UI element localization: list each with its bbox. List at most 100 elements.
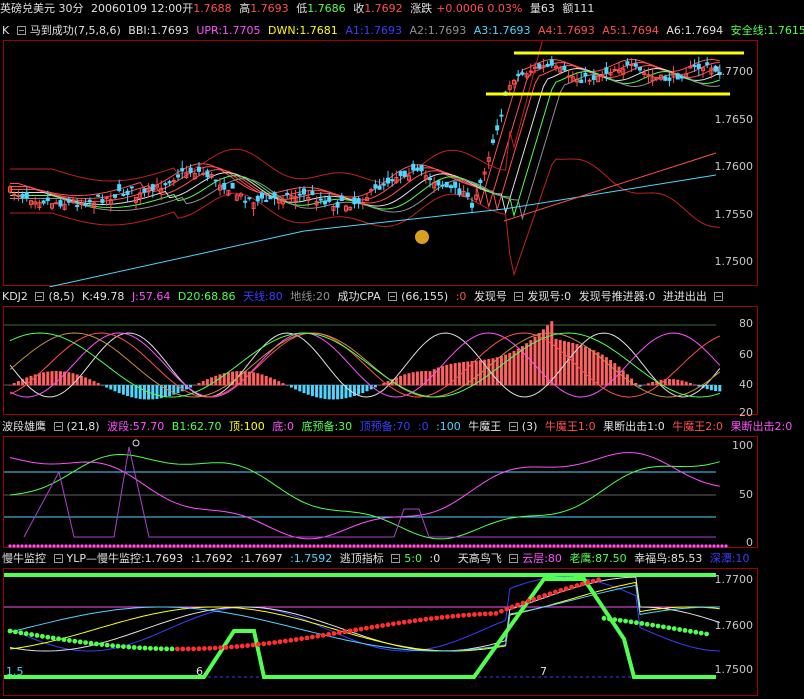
high-value: 1.7693 [250, 2, 289, 15]
candle-body [230, 182, 235, 189]
collapse-icon[interactable] [53, 422, 63, 431]
slowbull-dot [7, 628, 13, 634]
kdj-histogram-bar [378, 384, 382, 386]
slowbull-chart-panel[interactable]: 1.5 6 7 1.7700 1.7600 1.7500 [3, 568, 758, 696]
wave-bottom-dot [692, 544, 696, 548]
wave-bottom-dot [336, 544, 340, 548]
collapse-icon[interactable] [16, 26, 26, 35]
slowbull-dot [50, 635, 56, 641]
slowbull-dot [374, 624, 380, 629]
kdj-histogram-bar [399, 375, 403, 386]
wave-bottom-dot [260, 544, 264, 548]
candle-body [79, 202, 84, 205]
slowbull-legend: 慢牛监控 YLP—慢牛监控:1.7693 :1.7692 :1.7697 :1.… [2, 550, 804, 568]
wave-bottom-dot [192, 544, 196, 548]
wave-params: (21,8) [66, 420, 100, 433]
slowbull-dot [450, 613, 456, 619]
slowbull-dot [272, 640, 277, 645]
collapse-icon[interactable] [714, 292, 724, 301]
slowbull-dot [607, 616, 612, 622]
slowbull-dot [515, 602, 520, 608]
smiley-marker-icon [415, 230, 429, 244]
bottom-mark: 6 [196, 665, 203, 678]
wave-bottom-dot [408, 544, 412, 548]
slowbull-dot [418, 617, 423, 623]
slowbull-dot [585, 580, 591, 585]
collapse-icon[interactable] [35, 292, 45, 301]
slowbull-dot [628, 619, 634, 625]
slowbull-dot [347, 628, 353, 634]
wave-bottom-dot [384, 544, 388, 548]
wave-bottom-dot [464, 544, 468, 548]
kdj-histogram-bar [100, 385, 104, 386]
wave-bottom-dot [284, 544, 288, 548]
wave-bottom-dot [468, 544, 472, 548]
wave-bottom-dot [232, 544, 236, 548]
kdj-histogram-bar [285, 385, 289, 386]
candle-body [453, 181, 458, 188]
kdj-histogram-bar [567, 341, 571, 386]
kdj-histogram-bar [499, 356, 503, 386]
wave-name[interactable]: 波段雄鹰 [2, 420, 46, 433]
slowbull-dot [304, 635, 310, 641]
collapse-icon[interactable] [388, 292, 398, 301]
candle-body [243, 200, 248, 203]
indicator-name[interactable]: 马到成功 [30, 24, 74, 37]
collapse-icon[interactable] [509, 554, 519, 563]
collapse-icon[interactable] [508, 422, 518, 431]
slowbull-dot [72, 638, 78, 644]
slowbull-dot [644, 621, 650, 627]
bull-king-name: 牛魔王 [468, 420, 502, 433]
kdj-histogram-bar [16, 381, 20, 386]
bottom-prep-value: 底预备:30 [301, 420, 353, 433]
wave-chart-panel[interactable]: 100 50 0 [3, 436, 758, 549]
wave-bottom-dot [132, 544, 136, 548]
top-value: 顶:100 [229, 420, 265, 433]
price-chart-panel[interactable]: 1.7700 1.7650 1.7600 1.7550 1.7500 [3, 40, 758, 287]
kdj-histogram-bar [218, 374, 222, 386]
slowbull-dot [29, 632, 34, 637]
kdj-histogram-bar [365, 385, 369, 392]
slowbull-dot [596, 577, 601, 583]
collapse-icon[interactable] [514, 292, 524, 301]
slowbull-dot [83, 640, 88, 645]
wave-bottom-dot [140, 544, 144, 548]
slowbull-dot [353, 627, 358, 633]
kdj-name[interactable]: KDJ2 [2, 290, 28, 303]
wave-bottom-dot [400, 544, 404, 548]
slowbull-dot [191, 646, 197, 652]
wave-bottom-dot [572, 544, 576, 548]
candle-body [478, 179, 483, 184]
candle-body [457, 188, 462, 195]
kdj-histogram-bar [88, 379, 92, 386]
kdj-histogram-bar [310, 385, 314, 397]
kdj-histogram-bar [646, 383, 650, 386]
wave-bottom-dot [24, 544, 28, 548]
slowbull-name[interactable]: 慢牛监控 [2, 552, 46, 565]
wave-line [9, 452, 720, 540]
wave-bottom-dot [348, 544, 352, 548]
upper-band-line [10, 41, 543, 184]
wave-bottom-dot [256, 544, 260, 548]
high-label: 高 [239, 2, 251, 15]
slowbull-dot [488, 611, 493, 617]
wave-bottom-dot [536, 544, 540, 548]
candle-body [436, 180, 441, 186]
collapse-icon[interactable] [53, 554, 63, 563]
wave-bottom-dot [156, 544, 160, 548]
kdj-histogram-bar [571, 342, 575, 386]
wave-bottom-dot [20, 544, 24, 548]
slowbull-dot [266, 640, 272, 646]
collapse-icon[interactable] [391, 554, 401, 563]
wave-bottom-dot [168, 544, 172, 548]
kdj-histogram-bar [264, 375, 268, 386]
wave-bottom-dot [616, 544, 620, 548]
dwn-value: DWN:1.7681 [268, 24, 338, 37]
moving-average-line [10, 67, 721, 215]
kdj-chart-panel[interactable]: 80 60 40 20 [3, 306, 758, 419]
wave-bottom-dot [300, 544, 304, 548]
wave-bottom-dot [424, 544, 428, 548]
escape-top-name: 逃顶指标 [339, 552, 384, 565]
wave-bottom-dot [620, 544, 624, 548]
slowbull-dot [531, 596, 537, 602]
